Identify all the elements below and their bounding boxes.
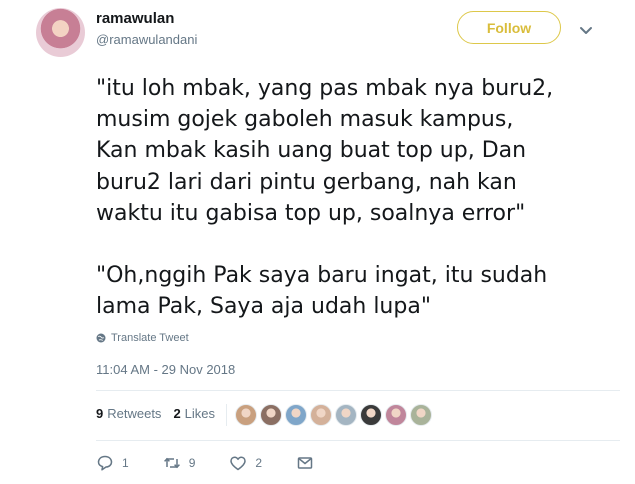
- reply-button[interactable]: 1: [96, 454, 129, 472]
- envelope-icon: [297, 457, 313, 469]
- chevron-down-icon[interactable]: [578, 22, 594, 38]
- globe-icon: [96, 333, 106, 343]
- tweet-timestamp[interactable]: 11:04 AM - 29 Nov 2018: [96, 362, 235, 377]
- like-button[interactable]: 2: [229, 454, 262, 472]
- tweet-stats: 9 Retweets 2 Likes: [96, 406, 215, 421]
- reply-count: 1: [122, 456, 129, 470]
- liker-avatar[interactable]: [385, 404, 407, 426]
- liker-avatar[interactable]: [310, 404, 332, 426]
- liker-avatar[interactable]: [360, 404, 382, 426]
- likes-count: 2: [173, 406, 181, 421]
- translate-tweet-label: Translate Tweet: [111, 332, 189, 344]
- retweet-button[interactable]: 9: [163, 454, 196, 472]
- retweet-icon: [163, 457, 180, 469]
- tweet-actions: 1 9 2: [96, 454, 348, 472]
- likes-label: Likes: [184, 406, 216, 421]
- liker-avatar[interactable]: [260, 404, 282, 426]
- translate-tweet-link[interactable]: Translate Tweet: [96, 332, 189, 344]
- follow-button[interactable]: Follow: [457, 11, 561, 44]
- liker-avatar[interactable]: [285, 404, 307, 426]
- stats-separator: [226, 404, 227, 426]
- retweet-count: 9: [188, 456, 196, 470]
- display-name[interactable]: ramawulan: [96, 10, 174, 27]
- likes-stat[interactable]: 2 Likes: [173, 406, 215, 421]
- user-handle[interactable]: @ramawulandani: [96, 32, 197, 47]
- retweets-count: 9: [96, 406, 104, 421]
- likers-avatars: [235, 404, 432, 426]
- divider: [96, 440, 620, 441]
- liker-avatar[interactable]: [235, 404, 257, 426]
- retweets-label: Retweets: [107, 406, 162, 421]
- heart-icon: [230, 456, 247, 471]
- retweets-stat[interactable]: 9 Retweets: [96, 406, 161, 421]
- divider: [96, 390, 620, 391]
- reply-icon: [97, 455, 113, 471]
- liker-avatar[interactable]: [335, 404, 357, 426]
- direct-message-button[interactable]: [296, 454, 314, 472]
- avatar[interactable]: [36, 8, 85, 57]
- like-count: 2: [255, 456, 263, 470]
- liker-avatar[interactable]: [410, 404, 432, 426]
- tweet-text: "itu loh mbak, yang pas mbak nya buru2, …: [96, 76, 554, 320]
